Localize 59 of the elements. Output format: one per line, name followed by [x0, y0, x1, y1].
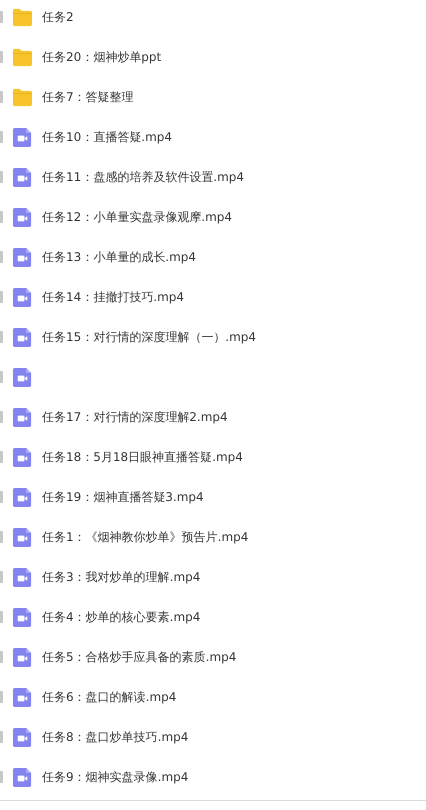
checkbox[interactable]: [0, 651, 3, 663]
checkbox[interactable]: [0, 571, 3, 583]
file-name[interactable]: 任务11：盘感的培养及软件设置.mp4: [42, 168, 244, 186]
checkbox[interactable]: [0, 411, 3, 423]
checkbox[interactable]: [0, 171, 3, 183]
file-name[interactable]: 任务7：答疑整理: [42, 88, 134, 106]
file-name[interactable]: 任务18：5月18日眼神直播答疑.mp4: [42, 448, 243, 466]
video-file-icon: [12, 526, 33, 548]
file-name[interactable]: 任务5：合格炒手应具备的素质.mp4: [42, 648, 236, 666]
checkbox[interactable]: [0, 691, 3, 703]
folder-icon: [12, 46, 33, 68]
video-file-icon: [12, 246, 33, 268]
file-name[interactable]: 任务10：直播答疑.mp4: [42, 128, 172, 146]
file-name[interactable]: 任务1：《烟神教你炒单》预告片.mp4: [42, 528, 248, 546]
video-file-icon: [12, 326, 33, 348]
checkbox[interactable]: [0, 771, 3, 783]
checkbox[interactable]: [0, 11, 3, 23]
video-file-icon: [12, 686, 33, 708]
checkbox[interactable]: [0, 51, 3, 63]
file-name[interactable]: 任务8：盘口炒单技巧.mp4: [42, 728, 188, 746]
checkbox[interactable]: [0, 131, 3, 143]
video-file-icon: [12, 286, 33, 308]
video-file-icon: [12, 646, 33, 668]
file-name[interactable]: 任务3：我对炒单的理解.mp4: [42, 568, 200, 586]
folder-icon: [12, 86, 33, 108]
video-file-icon: [12, 366, 33, 388]
video-file-icon: [12, 486, 33, 508]
video-file-icon: [12, 606, 33, 628]
checkbox[interactable]: [0, 291, 3, 303]
file-name[interactable]: 任务2: [42, 8, 74, 26]
folder-icon: [12, 6, 33, 28]
file-name[interactable]: 任务12：小单量实盘录像观摩.mp4: [42, 208, 232, 226]
file-name[interactable]: 任务20：烟神炒单ppt: [42, 48, 162, 66]
file-name[interactable]: 任务15：对行情的深度理解（一）.mp4: [42, 328, 256, 346]
video-file-icon: [12, 206, 33, 228]
checkbox[interactable]: [0, 211, 3, 223]
video-file-icon: [12, 566, 33, 588]
file-name[interactable]: 任务19：烟神直播答疑3.mp4: [42, 488, 204, 506]
video-file-icon: [12, 766, 33, 788]
video-file-icon: [12, 166, 33, 188]
checkbox[interactable]: [0, 91, 3, 103]
checkbox[interactable]: [0, 611, 3, 623]
checkbox[interactable]: [0, 251, 3, 263]
file-name[interactable]: 任务17：对行情的深度理解2.mp4: [42, 408, 228, 426]
video-file-icon: [12, 446, 33, 468]
checkbox[interactable]: [0, 491, 3, 503]
checkbox[interactable]: [0, 371, 3, 383]
file-name[interactable]: 任务9：烟神实盘录像.mp4: [42, 768, 188, 786]
file-name[interactable]: 任务13：小单量的成长.mp4: [42, 248, 196, 266]
file-name[interactable]: 任务6：盘口的解读.mp4: [42, 688, 176, 706]
video-file-icon: [12, 726, 33, 748]
video-file-icon: [12, 126, 33, 148]
checkbox[interactable]: [0, 731, 3, 743]
file-name[interactable]: 任务14：挂撤打技巧.mp4: [42, 288, 184, 306]
checkbox[interactable]: [0, 331, 3, 343]
file-name[interactable]: 任务4：炒单的核心要素.mp4: [42, 608, 200, 626]
checkbox[interactable]: [0, 451, 3, 463]
checkbox[interactable]: [0, 531, 3, 543]
video-file-icon: [12, 406, 33, 428]
